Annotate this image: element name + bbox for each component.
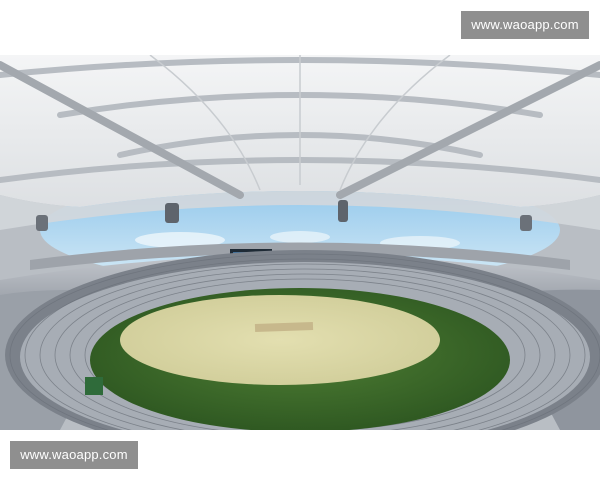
dugout (85, 377, 103, 395)
speaker-far-left (36, 215, 48, 231)
stadium-photo (0, 55, 600, 430)
watermark-top: www.waoapp.com (461, 11, 589, 39)
watermark-bottom: www.waoapp.com (10, 441, 138, 469)
cloud (270, 231, 330, 243)
speaker-far-right (520, 215, 532, 231)
speaker-left (165, 203, 179, 223)
infield-grass (120, 295, 440, 385)
speaker-right (338, 200, 348, 222)
page: www.waoapp.com www.waoapp.com (0, 0, 600, 480)
